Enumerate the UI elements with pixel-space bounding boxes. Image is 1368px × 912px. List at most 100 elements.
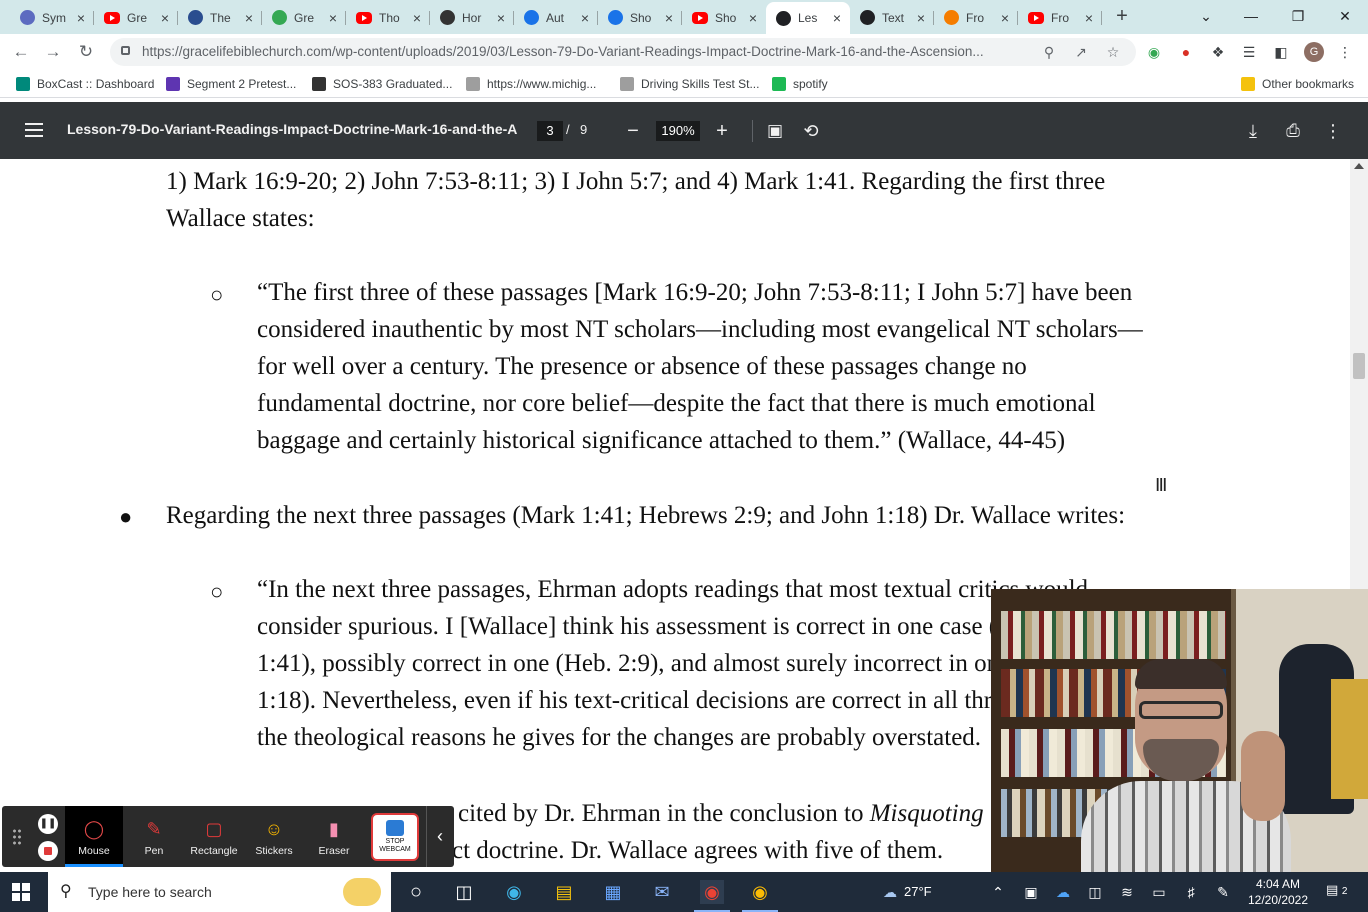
security-icon[interactable]: ◫ — [1085, 882, 1105, 902]
browser-tab[interactable]: Tho × — [346, 4, 430, 31]
print-icon[interactable]: ⎙ — [1281, 119, 1305, 143]
browser-tab[interactable]: Les × — [766, 2, 850, 34]
stop-webcam-button[interactable]: STOP WEBCAM — [371, 813, 419, 861]
chrome-menu-icon[interactable]: ⋮ — [1336, 43, 1354, 61]
system-clock[interactable]: 4:04 AM 12/20/2022 — [1236, 876, 1320, 908]
record-extension-icon[interactable]: ● — [1177, 43, 1195, 61]
notifications-button[interactable]: ▤ 2 — [1326, 882, 1348, 902]
browser-tab[interactable]: Gre × — [262, 4, 346, 31]
bookmark-item[interactable]: https://www.michig... — [466, 76, 596, 92]
extensions-puzzle-icon[interactable]: ❖ — [1209, 43, 1227, 61]
browser-tab[interactable]: Sho × — [682, 4, 766, 31]
zoom-icon[interactable]: ⚲ — [1040, 43, 1058, 61]
mail-icon[interactable]: ✉ — [650, 880, 674, 904]
zoom-in-button[interactable]: + — [710, 119, 734, 143]
close-tab-icon[interactable]: × — [746, 11, 760, 25]
side-panel-icon[interactable]: ◧ — [1272, 43, 1290, 61]
close-tab-icon[interactable]: × — [662, 11, 676, 25]
windows-start-icon[interactable] — [12, 883, 30, 901]
profile-avatar[interactable]: G — [1304, 42, 1324, 62]
other-bookmarks[interactable]: Other bookmarks — [1241, 76, 1354, 92]
show-hidden-icons-chevron-icon[interactable]: ⌃ — [988, 882, 1008, 902]
volume-icon[interactable]: ♯ — [1181, 882, 1201, 902]
browser-tab[interactable]: The × — [178, 4, 262, 31]
webcam-overlay[interactable] — [991, 589, 1368, 873]
store-icon[interactable]: ▦ — [601, 880, 625, 904]
zoom-level-input[interactable]: 190% — [656, 121, 700, 141]
tab-search-icon[interactable]: ⌄ — [1196, 6, 1216, 26]
reading-list-icon[interactable]: ☰ — [1240, 43, 1258, 61]
pdf-menu-icon[interactable] — [25, 123, 43, 137]
weather-temperature[interactable]: 27°F — [904, 884, 932, 899]
browser-tab[interactable]: Sho × — [598, 4, 682, 31]
grammarly-extension-icon[interactable]: ◉ — [1145, 43, 1163, 61]
restore-button[interactable]: ❐ — [1288, 6, 1308, 26]
close-tab-icon[interactable]: × — [830, 11, 844, 25]
close-tab-icon[interactable]: × — [158, 11, 172, 25]
meet-now-icon[interactable]: ▣ — [1021, 882, 1041, 902]
browser-tab[interactable]: Aut × — [514, 4, 598, 31]
browser-tab[interactable]: Hor × — [430, 4, 514, 31]
back-button[interactable]: ← — [10, 41, 32, 63]
share-icon[interactable]: ↗ — [1072, 43, 1090, 61]
close-tab-icon[interactable]: × — [242, 11, 256, 25]
mouse-tool[interactable]: ◯ Mouse — [65, 806, 123, 867]
zoom-out-button[interactable]: − — [621, 119, 645, 143]
bookmark-star-icon[interactable]: ☆ — [1104, 43, 1122, 61]
close-tab-icon[interactable]: × — [1082, 11, 1096, 25]
taskbar-search[interactable]: ⚲ Type here to search — [48, 872, 391, 912]
forward-button[interactable]: → — [42, 41, 64, 63]
scroll-thumb[interactable] — [1353, 353, 1365, 379]
close-tab-icon[interactable]: × — [578, 11, 592, 25]
close-tab-icon[interactable]: × — [914, 11, 928, 25]
address-url[interactable]: https://gracelifebiblechurch.com/wp-cont… — [142, 38, 1042, 66]
bookmark-item[interactable]: BoxCast :: Dashboard — [16, 76, 154, 92]
task-view-icon[interactable]: ◫ — [452, 880, 476, 904]
new-tab-button[interactable]: + — [1112, 6, 1132, 26]
onedrive-icon[interactable]: ☁ — [1053, 882, 1073, 902]
drag-handle-icon[interactable] — [12, 828, 22, 846]
close-tab-icon[interactable]: × — [326, 11, 340, 25]
browser-tab[interactable]: Gre × — [94, 4, 178, 31]
bookmark-item[interactable]: spotify — [772, 76, 828, 92]
address-bar[interactable]: https://gracelifebiblechurch.com/wp-cont… — [110, 38, 1136, 66]
battery-icon[interactable]: ▭ — [1149, 882, 1169, 902]
stickers-tool[interactable]: ☺ Stickers — [245, 806, 303, 867]
collapse-chevron-icon[interactable]: ‹ — [430, 826, 450, 846]
bookmark-item[interactable]: Driving Skills Test St... — [620, 76, 759, 92]
file-explorer-icon[interactable]: ▤ — [552, 880, 576, 904]
scroll-up-arrow-icon[interactable] — [1354, 163, 1364, 169]
pen-tool[interactable]: ✎ Pen — [125, 806, 183, 867]
chrome-profile-icon[interactable]: ◉ — [700, 880, 724, 904]
bookmark-item[interactable]: Segment 2 Pretest... — [166, 76, 296, 92]
edge-icon[interactable]: ◉ — [502, 880, 526, 904]
rotate-icon[interactable]: ⟲ — [799, 119, 823, 143]
minimize-button[interactable]: — — [1241, 6, 1261, 26]
chrome-icon[interactable]: ◉ — [748, 880, 772, 904]
cortana-icon[interactable]: ○ — [404, 880, 428, 904]
reload-button[interactable]: ↻ — [75, 41, 97, 63]
stop-record-icon[interactable] — [38, 841, 58, 861]
page-number-input[interactable]: 3 — [537, 121, 563, 141]
eraser-tool[interactable]: ▮ Eraser — [305, 806, 363, 867]
close-window-button[interactable]: ✕ — [1335, 6, 1355, 26]
pdf-more-icon[interactable]: ⋮ — [1321, 119, 1345, 143]
wifi-icon[interactable]: ≋ — [1117, 882, 1137, 902]
browser-tab[interactable]: Fro × — [934, 4, 1018, 31]
rectangle-tool[interactable]: ▢ Rectangle — [185, 806, 243, 867]
fit-to-page-icon[interactable]: ▣ — [763, 119, 787, 143]
weather-cloud-icon[interactable]: ☁ — [880, 882, 900, 902]
browser-tab[interactable]: Sym × — [10, 4, 94, 31]
close-tab-icon[interactable]: × — [74, 11, 88, 25]
pen-workspace-icon[interactable]: ✎ — [1213, 882, 1233, 902]
close-tab-icon[interactable]: × — [998, 11, 1012, 25]
windows-taskbar: ⚲ Type here to search ○ ◫ ◉ ▤ ▦ ✉ ◉ ◉ ☁ … — [0, 872, 1368, 912]
doc-line: ct doctrine. Dr. Wallace agrees with fiv… — [452, 837, 944, 864]
close-tab-icon[interactable]: × — [410, 11, 424, 25]
browser-tab[interactable]: Fro × — [1018, 4, 1102, 31]
download-icon[interactable]: ⤓ — [1241, 119, 1265, 143]
bookmark-item[interactable]: SOS-383 Graduated... — [312, 76, 452, 92]
browser-tab[interactable]: Text × — [850, 4, 934, 31]
close-tab-icon[interactable]: × — [494, 11, 508, 25]
pause-icon[interactable]: ❚❚ — [38, 814, 58, 834]
